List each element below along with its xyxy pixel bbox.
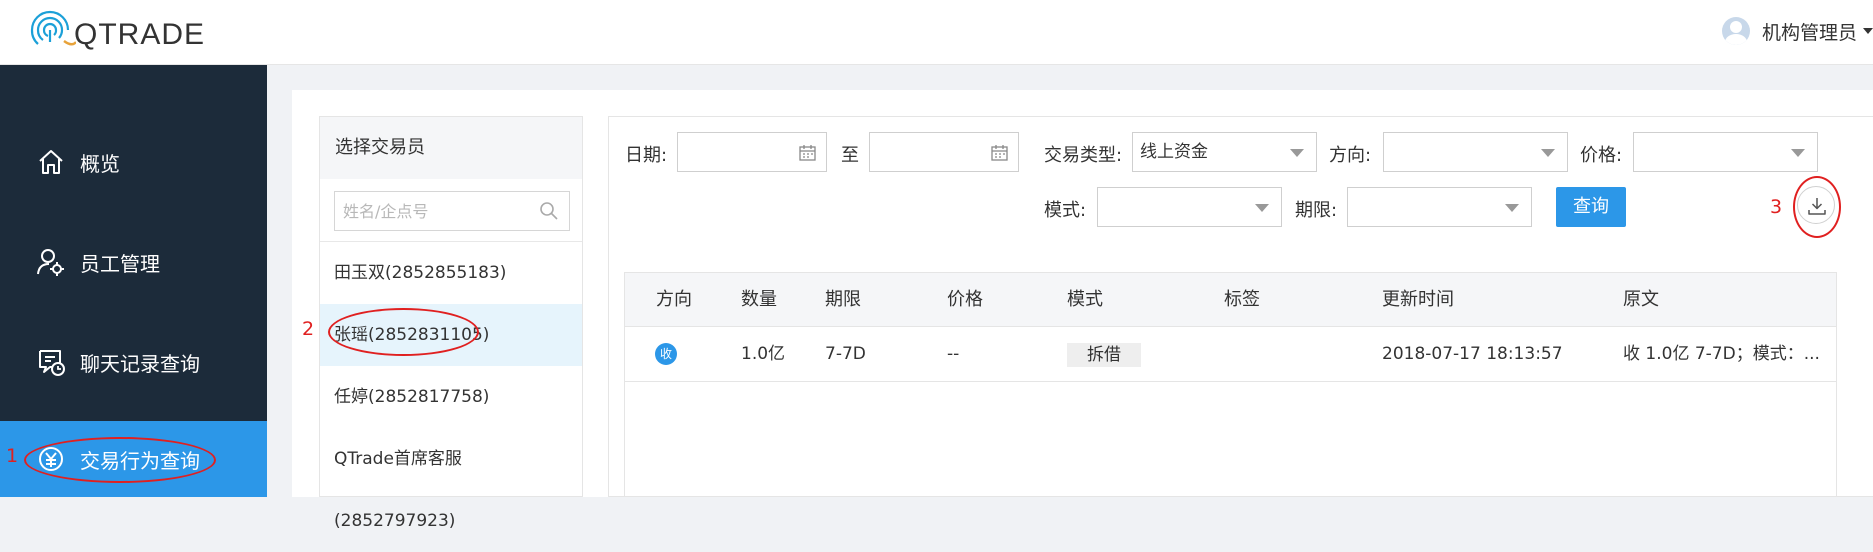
annotation-number: 3 xyxy=(1770,196,1783,218)
user-menu[interactable]: 机构管理员 xyxy=(1721,14,1873,48)
sidebar-item-label: 聊天记录查询 xyxy=(80,351,200,376)
price-label: 价格: xyxy=(1580,145,1623,166)
to-label: 至 xyxy=(841,145,859,166)
column-header: 价格 xyxy=(947,289,983,310)
chat-clock-icon xyxy=(39,350,65,376)
top-header: QTRADE 机构管理员 xyxy=(0,0,1873,65)
annotation-ellipse xyxy=(24,437,216,483)
sidebar-item-label: 概览 xyxy=(80,151,120,176)
chevron-down-icon xyxy=(1863,28,1873,34)
original-text-cell: 收 1.0亿 7-7D；模式：... xyxy=(1623,344,1820,364)
mode-select[interactable] xyxy=(1097,187,1282,227)
mode-tag: 拆借 xyxy=(1067,343,1141,367)
column-header: 标签 xyxy=(1224,289,1260,310)
direction-select[interactable] xyxy=(1383,132,1568,172)
chevron-down-icon xyxy=(1791,149,1805,157)
sidebar-item-staff[interactable]: 员工管理 xyxy=(0,224,267,300)
sidebar-item-chat-history[interactable]: 聊天记录查询 xyxy=(0,324,267,400)
direction-badge: 收 xyxy=(655,343,677,365)
user-name: 机构管理员 xyxy=(1761,21,1857,44)
annotation-number: 1 xyxy=(6,445,19,467)
user-settings-icon xyxy=(37,249,64,276)
amount-cell: 1.0亿 xyxy=(741,344,786,364)
annotation-number: 2 xyxy=(302,318,315,340)
term-label: 期限: xyxy=(1295,200,1338,221)
trader-search-input[interactable] xyxy=(335,192,525,230)
date-label: 日期: xyxy=(625,145,668,166)
trader-panel-title: 选择交易员 xyxy=(320,117,582,179)
trade-type-value: 线上资金 xyxy=(1140,142,1208,162)
mode-label: 模式: xyxy=(1044,200,1087,221)
term-cell: 7-7D xyxy=(825,344,866,364)
home-icon xyxy=(39,150,63,174)
direction-label: 方向: xyxy=(1329,145,1372,166)
column-header: 期限 xyxy=(825,289,861,310)
trade-type-select[interactable]: 线上资金 xyxy=(1132,132,1317,172)
price-select[interactable] xyxy=(1633,132,1818,172)
column-header: 更新时间 xyxy=(1382,289,1454,310)
column-header: 模式 xyxy=(1067,289,1103,310)
calendar-icon[interactable] xyxy=(799,144,816,161)
updated-time-cell: 2018-07-17 18:13:57 xyxy=(1382,344,1563,364)
annotation-ellipse xyxy=(1793,176,1841,238)
date-to-field[interactable] xyxy=(869,132,1019,172)
date-from-field[interactable] xyxy=(677,132,827,172)
search-icon[interactable] xyxy=(539,201,559,221)
table-row[interactable]: 收 1.0亿 7-7D -- 拆借 2018-07-17 18:13:57 收 … xyxy=(625,327,1836,382)
table-header: 方向 数量 期限 价格 模式 标签 更新时间 原文 xyxy=(625,273,1836,327)
price-cell: -- xyxy=(947,344,960,364)
trader-search-box[interactable] xyxy=(334,191,570,231)
sidebar-item-label: 员工管理 xyxy=(80,251,160,276)
trader-panel: 选择交易员 田玉双(2852855183) 张瑶(2852831105) 任婷(… xyxy=(319,116,583,531)
column-header: 原文 xyxy=(1623,289,1659,310)
chevron-down-icon xyxy=(1255,204,1269,212)
avatar xyxy=(1721,17,1750,45)
fingerprint-logo-icon xyxy=(30,10,76,46)
column-header: 方向 xyxy=(656,289,692,310)
sidebar-item-overview[interactable]: 概览 xyxy=(0,124,267,200)
term-select[interactable] xyxy=(1347,187,1532,227)
chevron-down-icon xyxy=(1541,149,1555,157)
chevron-down-icon xyxy=(1290,149,1304,157)
column-header: 数量 xyxy=(741,289,777,310)
annotation-ellipse xyxy=(328,308,479,356)
trader-list-item[interactable]: 任婷(2852817758) xyxy=(320,366,582,428)
calendar-icon[interactable] xyxy=(991,144,1008,161)
query-button[interactable]: 查询 xyxy=(1556,187,1626,227)
logo-text: QTRADE xyxy=(74,18,206,51)
trade-table: 方向 数量 期限 价格 模式 标签 更新时间 原文 收 1.0亿 7-7D --… xyxy=(624,272,1837,497)
trader-list-item[interactable]: QTrade首席客服(2852797923) xyxy=(320,428,582,531)
trader-list-item[interactable]: 田玉双(2852855183) xyxy=(320,242,582,304)
chevron-down-icon xyxy=(1505,204,1519,212)
trade-type-label: 交易类型: xyxy=(1044,145,1123,166)
